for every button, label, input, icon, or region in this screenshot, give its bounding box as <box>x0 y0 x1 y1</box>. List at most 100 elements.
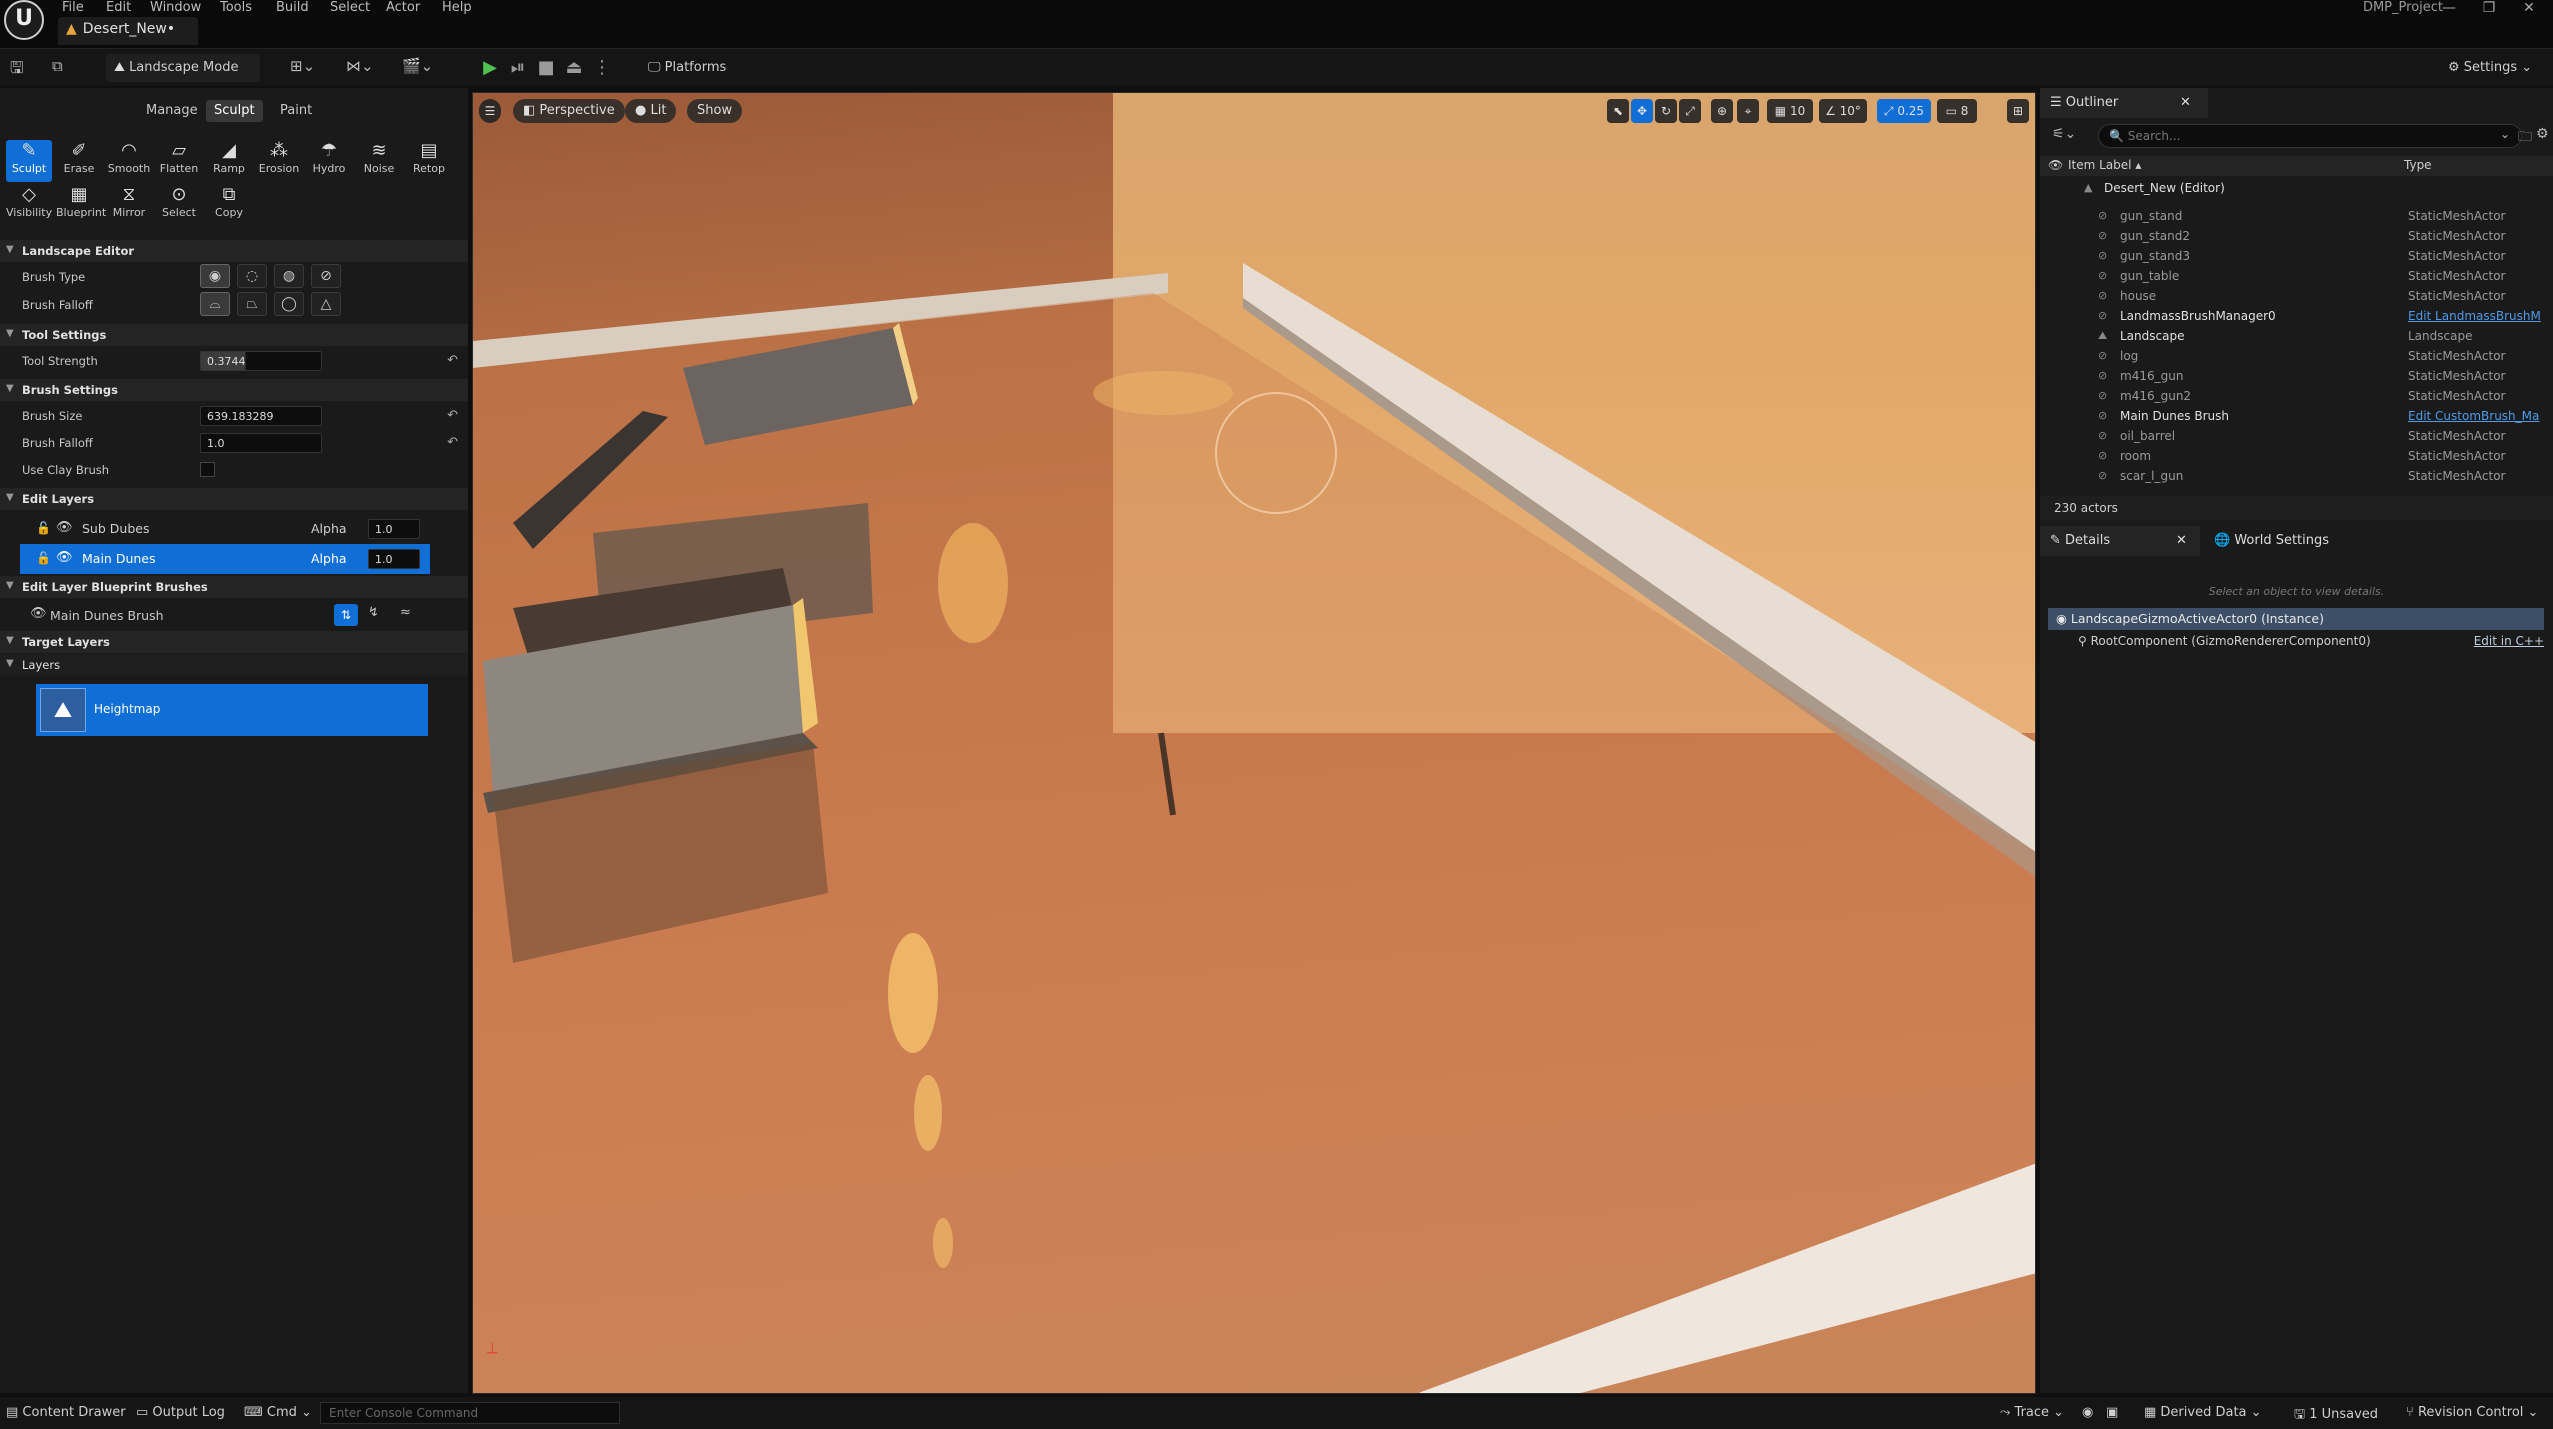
level-viewport[interactable]: ☰ ◧ Perspective ● Lit Show ⬉ ✥ ↻ ⤢ ⊕ ⌖ ▦… <box>472 92 2036 1394</box>
outliner-row[interactable]: ⊘ m416_gun StaticMeshActor <box>2040 366 2553 386</box>
outliner-row[interactable]: ⊘ Main Dunes Brush Edit CustomBrush_Ma <box>2040 406 2553 426</box>
unreal-logo-icon[interactable]: U <box>4 0 44 40</box>
viewport-menu-icon[interactable]: ☰ <box>479 99 501 123</box>
reset-icon[interactable]: ↶ <box>447 435 458 450</box>
heightmap-brush-icon[interactable]: ⇅ <box>334 604 358 626</box>
save-icon[interactable]: 🖫 <box>10 57 24 84</box>
tool-select[interactable]: ⊙ Select <box>156 184 202 226</box>
select-mode-icon[interactable]: ⬉ <box>1607 99 1629 123</box>
reset-icon[interactable]: ↶ <box>447 408 458 423</box>
eye-icon[interactable]: 👁 <box>30 606 47 621</box>
outliner-row[interactable]: ⊘ room StaticMeshActor <box>2040 446 2553 466</box>
outliner-row[interactable]: ⊘ gun_stand2 StaticMeshActor <box>2040 226 2553 246</box>
weightmap-icon[interactable]: ↯ <box>368 605 379 620</box>
close-tab-icon[interactable]: ✕ <box>2176 526 2187 556</box>
menu-select[interactable]: Select <box>330 0 370 15</box>
section-brush-settings[interactable]: ▼ Brush Settings <box>0 379 468 401</box>
surface-snap-icon[interactable]: ⌖ <box>1737 99 1759 123</box>
circle-brush-icon[interactable]: ◉ <box>200 264 230 288</box>
tool-retop[interactable]: ▤ Retop <box>406 140 452 182</box>
unsaved-button[interactable]: 🖫 1 Unsaved <box>2294 1405 2378 1427</box>
content-browser-icon[interactable]: ⧉ <box>52 57 63 75</box>
lock-icon[interactable]: 🔓 <box>36 521 51 535</box>
section-landscape-editor[interactable]: ▼ Landscape Editor <box>0 240 468 262</box>
alpha-field[interactable]: 1.0 <box>368 549 420 569</box>
outliner-row[interactable]: ⊘ gun_stand3 StaticMeshActor <box>2040 246 2553 266</box>
outliner-row[interactable]: ⊘ house StaticMeshActor <box>2040 286 2553 306</box>
perspective-button[interactable]: ◧ Perspective <box>513 99 625 123</box>
lock-icon[interactable]: 🔓 <box>36 551 51 565</box>
section-target-layers[interactable]: ▼ Target Layers <box>0 631 468 653</box>
more-options-icon[interactable]: ⋮ <box>590 55 614 81</box>
play-icon[interactable]: ▶ <box>478 55 502 81</box>
blueprint-icon[interactable]: ⋈⌄ <box>346 57 374 75</box>
tool-copy[interactable]: ⧉ Copy <box>206 184 252 226</box>
menu-window[interactable]: Window <box>150 0 201 15</box>
eject-icon[interactable]: ⏏ <box>562 55 586 81</box>
menu-build[interactable]: Build <box>276 0 309 15</box>
outliner-row[interactable]: ⊘ m416_gun2 StaticMeshActor <box>2040 386 2553 406</box>
menu-actor[interactable]: Actor <box>386 0 420 15</box>
outliner-row[interactable]: ⊘ log StaticMeshActor <box>2040 346 2553 366</box>
outliner-row[interactable]: ⊘ LandmassBrushManager0 Edit LandmassBrush… <box>2040 306 2553 326</box>
tool-sculpt[interactable]: ✎ Sculpt <box>6 140 52 182</box>
outliner-row[interactable]: ⊘ gun_table StaticMeshActor <box>2040 266 2553 286</box>
lit-button[interactable]: ● Lit <box>625 99 677 123</box>
tool-hydro[interactable]: ☂ Hydro <box>306 140 352 182</box>
tool-flatten[interactable]: ⏥ Flatten <box>156 140 202 182</box>
reset-icon[interactable]: ↶ <box>447 353 458 368</box>
maximize-icon[interactable]: ❐ <box>2474 0 2504 16</box>
level-tab[interactable]: ▲ Desert_New• <box>58 17 198 45</box>
tool-erosion[interactable]: ⁂ Erosion <box>256 140 302 182</box>
tool-erase[interactable]: ✐ Erase <box>56 140 102 182</box>
grid-snap-button[interactable]: ▦ 10 <box>1767 99 1813 123</box>
eye-icon[interactable]: 👁 <box>56 520 73 535</box>
tab-details[interactable]: ✎ Details ✕ <box>2040 526 2200 556</box>
eye-icon[interactable]: 👁 <box>56 550 73 565</box>
menu-edit[interactable]: Edit <box>106 0 131 15</box>
scale-icon[interactable]: ⤢ <box>1679 99 1701 123</box>
outliner-row[interactable]: ⊘ oil_barrel StaticMeshActor <box>2040 426 2553 446</box>
cinematics-icon[interactable]: 🎬⌄ <box>402 57 433 75</box>
layer-row[interactable]: 🔓 👁 Sub Dubes Alpha 1.0 <box>20 515 430 543</box>
use-clay-checkbox[interactable] <box>200 462 215 477</box>
derived-data-button[interactable]: ▦ Derived Data ⌄ <box>2144 1405 2262 1420</box>
cmd-dropdown[interactable]: ⌨ Cmd ⌄ <box>244 1405 312 1420</box>
scale-snap-button[interactable]: ⤢ 0.25 <box>1877 99 1931 123</box>
tool-ramp[interactable]: ◢ Ramp <box>206 140 252 182</box>
record-icon[interactable]: ◉ <box>2082 1405 2093 1420</box>
settings-button[interactable]: ⚙ Settings ⌄ <box>2440 54 2544 82</box>
linear-falloff-icon[interactable]: ⏢ <box>237 292 267 316</box>
edit-cpp-link[interactable]: Edit in C++ <box>2474 634 2544 648</box>
alpha-brush-icon[interactable]: ◌ <box>237 264 267 288</box>
minimize-icon[interactable]: — <box>2434 0 2464 16</box>
outliner-row[interactable]: ⛰ Landscape Landscape <box>2040 326 2553 346</box>
tab-sculpt[interactable]: Sculpt <box>206 100 263 122</box>
heightmap-layer[interactable]: ⛰ Heightmap <box>36 684 428 736</box>
alpha-field[interactable]: 1.0 <box>368 519 420 539</box>
section-edit-layers[interactable]: ▼ Edit Layers <box>0 488 468 510</box>
world-space-icon[interactable]: ⊕ <box>1711 99 1733 123</box>
tab-world-settings[interactable]: 🌐 World Settings <box>2204 526 2374 556</box>
tool-smooth[interactable]: ◠ Smooth <box>106 140 152 182</box>
tool-visibility[interactable]: ◇ Visibility <box>6 184 52 226</box>
brush-size-field[interactable]: 639.183289 <box>200 406 322 426</box>
show-button[interactable]: Show <box>687 99 743 123</box>
pattern-brush-icon[interactable]: ◍ <box>274 264 304 288</box>
spherical-falloff-icon[interactable]: ◯ <box>274 292 304 316</box>
tool-strength-field[interactable]: 0.3744 <box>200 351 322 371</box>
outliner-item-type[interactable]: Edit CustomBrush_Ma <box>2408 406 2539 426</box>
rotate-icon[interactable]: ↻ <box>1655 99 1677 123</box>
tool-blueprint[interactable]: ▦ Blueprint <box>56 184 106 226</box>
translate-icon[interactable]: ✥ <box>1631 99 1653 123</box>
trace-button[interactable]: ⤳ Trace ⌄ <box>2000 1405 2064 1420</box>
brush-falloff-field[interactable]: 1.0 <box>200 433 322 453</box>
menu-help[interactable]: Help <box>442 0 472 15</box>
close-icon[interactable]: ✕ <box>2514 0 2544 16</box>
selected-actor[interactable]: ◉ LandscapeGizmoActiveActor0 (Instance) <box>2048 608 2544 630</box>
component-row[interactable]: ⚲ RootComponent (GizmoRendererComponent0… <box>2078 634 2548 654</box>
smooth-falloff-icon[interactable]: ⌓ <box>200 292 230 316</box>
outliner-row[interactable]: ⊘ scar_l_gun StaticMeshActor <box>2040 466 2553 486</box>
camera-speed-button[interactable]: ▭ 8 <box>1937 99 1977 123</box>
console-input[interactable]: Enter Console Command <box>320 1402 620 1424</box>
